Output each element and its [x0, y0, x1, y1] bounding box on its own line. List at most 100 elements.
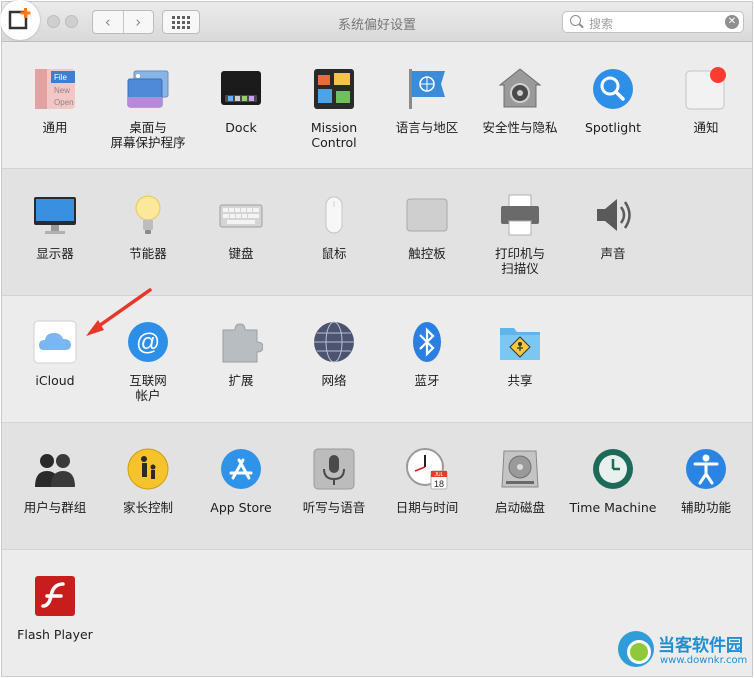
- pref-mission-control[interactable]: Mission Control: [286, 67, 382, 150]
- displays-icon: [33, 193, 77, 237]
- pref-spotlight[interactable]: Spotlight: [565, 67, 661, 135]
- pref-bluetooth-label: 蓝牙: [414, 373, 440, 388]
- pref-startup-disk[interactable]: 启动磁盘: [472, 447, 568, 515]
- mission-control-icon: [312, 67, 356, 111]
- pref-app-store-label: App Store: [210, 500, 272, 515]
- search-icon: [570, 15, 581, 26]
- pref-users-groups-label: 用户与群组: [23, 500, 87, 515]
- watermark: 当客软件园 www.downkr.com: [612, 625, 752, 673]
- flash-player-icon: [33, 574, 77, 618]
- pref-general-label: 通用: [42, 120, 68, 135]
- show-all-button[interactable]: [162, 10, 200, 34]
- pref-accessibility-label: 辅助功能: [680, 500, 731, 515]
- dictation-speech-icon: [312, 447, 356, 491]
- internet-accounts-icon: @: [126, 320, 170, 364]
- pref-sound[interactable]: 声音: [565, 193, 661, 261]
- pref-parental-controls-label: 家长控制: [122, 500, 173, 515]
- pref-notifications[interactable]: 通知: [658, 67, 752, 135]
- pref-general[interactable]: File New Open 通用: [7, 67, 103, 135]
- title-bar: ‹ › 系统偏好设置 搜索 ✕: [2, 2, 752, 42]
- pref-internet-accounts-label: 互联网 帐户: [129, 373, 167, 403]
- pref-printers-scanners-label: 打印机与 扫描仪: [494, 246, 545, 276]
- svg-text:@: @: [136, 329, 160, 356]
- pref-time-machine[interactable]: Time Machine: [565, 447, 661, 515]
- svg-text:JUL: JUL: [435, 472, 444, 478]
- mouse-icon: [312, 193, 356, 237]
- pref-accessibility[interactable]: 辅助功能: [658, 447, 752, 515]
- watermark-logo-icon: [618, 631, 654, 667]
- pref-parental-controls[interactable]: 家长控制: [100, 447, 196, 515]
- preferences-row-hardware: 显示器 节能器 键盘 鼠标 触控板 打印机与 扫描仪 声音: [2, 169, 752, 296]
- pref-mouse[interactable]: 鼠标: [286, 193, 382, 261]
- pref-dictation-speech-label: 听写与语音: [302, 500, 366, 515]
- pref-network-label: 网络: [321, 373, 347, 388]
- users-groups-icon: [33, 447, 77, 491]
- system-preferences-window: ‹ › 系统偏好设置 搜索 ✕ File New Open 通用 桌面与 屏幕保…: [1, 1, 753, 677]
- pref-mission-control-label: Mission Control: [310, 120, 358, 150]
- forward-button[interactable]: ›: [122, 11, 154, 33]
- accessibility-icon: [684, 447, 728, 491]
- trackpad-icon: [405, 193, 449, 237]
- desktop-screensaver-icon: [126, 67, 170, 111]
- date-time-icon: JUL 18: [405, 447, 449, 491]
- pref-startup-disk-label: 启动磁盘: [494, 500, 545, 515]
- pref-dictation-speech[interactable]: 听写与语音: [286, 447, 382, 515]
- pref-language-region[interactable]: 语言与地区: [379, 67, 475, 135]
- preferences-row-internet: iCloud @ 互联网 帐户 扩展 网络 蓝牙 共享: [2, 296, 752, 423]
- pref-dock[interactable]: Dock: [193, 67, 289, 135]
- preferences-row-personal: File New Open 通用 桌面与 屏幕保护程序 Dock Mission…: [2, 43, 752, 169]
- app-logo-badge: [0, 0, 40, 40]
- minimize-button[interactable]: [47, 15, 60, 28]
- pref-sharing-label: 共享: [507, 373, 533, 388]
- search-placeholder: 搜索: [589, 17, 614, 31]
- svg-text:18: 18: [434, 479, 444, 489]
- language-region-icon: [405, 67, 449, 111]
- pref-icloud[interactable]: iCloud: [7, 320, 103, 388]
- parental-controls-icon: [126, 447, 170, 491]
- pref-date-time-label: 日期与时间: [395, 500, 459, 515]
- pref-date-time[interactable]: JUL 18 日期与时间: [379, 447, 475, 515]
- general-icon: File New Open: [33, 67, 77, 111]
- pref-network[interactable]: 网络: [286, 320, 382, 388]
- extensions-icon: [219, 320, 264, 364]
- back-button[interactable]: ‹: [93, 11, 123, 33]
- pref-displays[interactable]: 显示器: [7, 193, 103, 261]
- sound-icon: [591, 193, 635, 237]
- pref-app-store[interactable]: App Store: [193, 447, 289, 515]
- pref-internet-accounts[interactable]: @ 互联网 帐户: [100, 320, 196, 403]
- pref-time-machine-label: Time Machine: [569, 500, 657, 515]
- pref-icloud-label: iCloud: [35, 373, 75, 388]
- pref-mouse-label: 鼠标: [321, 246, 347, 261]
- zoom-button[interactable]: [65, 15, 78, 28]
- pref-extensions[interactable]: 扩展: [193, 320, 289, 388]
- pref-language-region-label: 语言与地区: [395, 120, 459, 135]
- bluetooth-icon: [405, 320, 449, 364]
- clear-search-icon[interactable]: ✕: [725, 15, 739, 29]
- pref-keyboard[interactable]: 键盘: [193, 193, 289, 261]
- pref-energy-saver[interactable]: 节能器: [100, 193, 196, 261]
- pref-users-groups[interactable]: 用户与群组: [7, 447, 103, 515]
- pref-trackpad-label: 触控板: [408, 246, 446, 261]
- security-privacy-icon: [498, 67, 542, 111]
- search-field[interactable]: 搜索 ✕: [562, 11, 744, 33]
- svg-text:New: New: [54, 86, 70, 95]
- dock-icon: [219, 67, 263, 111]
- pref-bluetooth[interactable]: 蓝牙: [379, 320, 475, 388]
- pref-trackpad[interactable]: 触控板: [379, 193, 475, 261]
- pref-security-privacy-label: 安全性与隐私: [482, 120, 558, 135]
- app-store-icon: [219, 447, 263, 491]
- energy-saver-icon: [126, 193, 170, 237]
- notifications-icon: [684, 67, 728, 111]
- pref-printers-scanners[interactable]: 打印机与 扫描仪: [472, 193, 568, 276]
- pref-desktop-screensaver[interactable]: 桌面与 屏幕保护程序: [100, 67, 196, 150]
- pref-sound-label: 声音: [600, 246, 626, 261]
- pref-security-privacy[interactable]: 安全性与隐私: [472, 67, 568, 135]
- pref-dock-label: Dock: [225, 120, 257, 135]
- icloud-icon: [33, 320, 77, 364]
- pref-flash-player[interactable]: Flash Player: [7, 574, 103, 642]
- pref-keyboard-label: 键盘: [228, 246, 254, 261]
- time-machine-icon: [591, 447, 635, 491]
- pref-sharing[interactable]: 共享: [472, 320, 568, 388]
- preferences-row-system: 用户与群组 家长控制 App Store 听写与语音 JUL 18 日期与时间 …: [2, 423, 752, 550]
- pref-spotlight-label: Spotlight: [584, 120, 642, 135]
